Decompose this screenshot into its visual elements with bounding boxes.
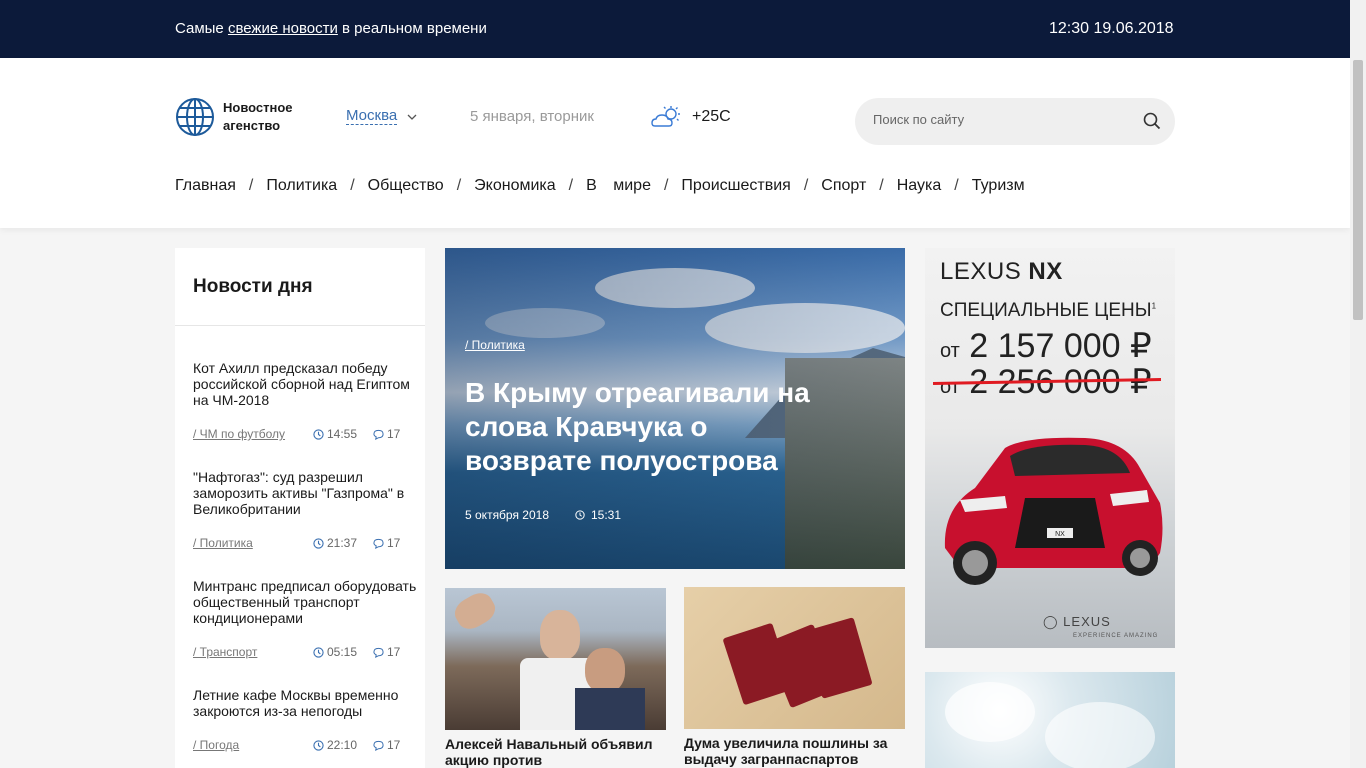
hero-date: 5 октября 2018 — [465, 508, 549, 522]
lexus-ad-banner[interactable]: LEXUS NX СПЕЦИАЛЬНЫЕ ЦЕНЫ1 от 2 157 000 … — [925, 248, 1175, 648]
image-jacket — [575, 688, 645, 730]
news-card-title[interactable]: Дума увеличила пошлины за выдачу загранп… — [684, 735, 905, 767]
news-card[interactable]: Дума увеличила пошлины за выдачу загранп… — [684, 587, 905, 767]
tagline: Самые свежие новости в реальном времени — [175, 20, 487, 37]
site-name: Новостное агенство — [223, 100, 293, 133]
globe-icon — [176, 98, 214, 136]
nav-item-economy[interactable]: Экономика — [474, 177, 556, 195]
page-scrollbar[interactable] — [1350, 0, 1366, 768]
partly-cloudy-icon — [651, 106, 680, 127]
news-title[interactable]: Кот Ахилл предсказал победу российской с… — [193, 360, 421, 408]
today-date: 5 января, вторник — [470, 108, 594, 125]
comment-icon — [373, 647, 384, 658]
clock-icon — [313, 646, 324, 658]
nav-item-science[interactable]: Наука — [897, 177, 942, 195]
clock-icon — [313, 537, 324, 549]
ad-new-price: от 2 157 000 ₽ — [940, 327, 1152, 365]
list-item[interactable]: Минтранс предписал оборудовать обществен… — [193, 578, 421, 659]
news-comments-count: 17 — [387, 738, 401, 752]
city-selector[interactable]: Москва — [346, 108, 417, 125]
news-title[interactable]: "Нафтогаз": суд разрешил заморозить акти… — [193, 469, 421, 517]
nav-item-world[interactable]: В мире — [586, 177, 651, 195]
comment-icon — [373, 740, 384, 751]
hero-category-link[interactable]: / Политика — [465, 338, 525, 352]
news-time: 05:15 — [327, 645, 358, 659]
nav-item-home[interactable]: Главная — [175, 177, 236, 195]
chevron-down-icon — [407, 114, 417, 120]
search-input[interactable] — [873, 112, 1123, 127]
news-card[interactable]: Алексей Навальный объявил акцию против — [445, 588, 666, 768]
nav-separator: / — [954, 177, 959, 194]
nav-item-society[interactable]: Общество — [368, 177, 444, 195]
list-item[interactable]: "Нафтогаз": суд разрешил заморозить акти… — [193, 469, 421, 550]
ad-brand: LEXUS NX — [940, 258, 1063, 285]
ad-headline: СПЕЦИАЛЬНЫЕ ЦЕНЫ1 — [940, 300, 1157, 321]
comment-icon — [373, 429, 384, 440]
news-time: 14:55 — [327, 427, 358, 441]
nav-separator: / — [568, 177, 574, 194]
news-category-link[interactable]: / Транспорт — [193, 645, 257, 659]
news-card-image[interactable] — [684, 587, 905, 729]
news-of-the-day-panel: Новости дня Кот Ахилл предсказал победу … — [175, 248, 425, 768]
nav-item-incidents[interactable]: Происшествия — [681, 177, 790, 195]
scrollbar-thumb[interactable] — [1353, 60, 1363, 320]
list-item[interactable]: Летние кафе Москвы временно закроются из… — [193, 687, 421, 752]
nav-separator: / — [803, 177, 809, 194]
news-comments-count: 17 — [387, 427, 401, 441]
search-icon[interactable] — [1143, 112, 1161, 130]
news-time: 22:10 — [327, 738, 358, 752]
news-category-link[interactable]: / Политика — [193, 536, 253, 550]
clock-icon — [313, 739, 324, 751]
clock-icon — [575, 510, 585, 520]
image-fist — [450, 588, 500, 634]
news-comments-count: 17 — [387, 645, 401, 659]
site-logo[interactable]: Новостное агенство — [175, 97, 313, 137]
current-datetime: 12:30 19.06.2018 — [1049, 20, 1174, 37]
image-face — [585, 648, 625, 693]
ad-logo: ◯ LEXUS — [1043, 614, 1111, 629]
nav-separator: / — [663, 177, 669, 194]
nav-item-sport[interactable]: Спорт — [821, 177, 866, 195]
news-category-link[interactable]: / ЧМ по футболу — [193, 427, 285, 441]
featured-article[interactable]: / Политика В Крыму отреагивали на слова … — [445, 248, 905, 569]
news-comments-count: 17 — [387, 536, 401, 550]
list-item[interactable]: Кот Ахилл предсказал победу российской с… — [193, 360, 421, 441]
nav-item-tourism[interactable]: Туризм — [972, 177, 1025, 195]
car-image: NX — [944, 437, 1163, 585]
news-time: 21:37 — [327, 536, 358, 550]
ad-slogan: EXPERIENCE AMAZING — [1073, 633, 1159, 639]
clock-icon — [313, 428, 324, 440]
top-bar: Самые свежие новости в реальном времени … — [0, 0, 1350, 58]
hero-title[interactable]: В Крыму отреагивали на слова Кравчука о … — [465, 376, 825, 478]
news-card-title[interactable]: Алексей Навальный объявил акцию против — [445, 736, 666, 768]
nav-item-politics[interactable]: Политика — [266, 177, 337, 195]
nav-separator: / — [456, 177, 462, 194]
hero-time: 15:31 — [575, 508, 621, 522]
ad-image-shape — [1045, 702, 1155, 768]
news-category-link[interactable]: / Погода — [193, 738, 239, 752]
nav-separator: / — [879, 177, 884, 194]
search-box — [855, 98, 1175, 145]
news-title[interactable]: Минтранс предписал оборудовать обществен… — [193, 578, 421, 626]
comment-icon — [373, 538, 384, 549]
image-face — [540, 610, 580, 660]
fresh-news-link[interactable]: свежие новости — [228, 20, 338, 37]
sidebar-title: Новости дня — [193, 276, 313, 297]
site-header: Новостное агенство Москва 5 января, втор… — [0, 58, 1350, 228]
news-card-image[interactable] — [445, 588, 666, 730]
license-plate: NX — [1055, 531, 1065, 538]
ad-image-shape — [945, 682, 1035, 742]
weather-widget: +25C — [651, 105, 731, 129]
nav-separator: / — [248, 177, 254, 194]
news-title[interactable]: Летние кафе Москвы временно закроются из… — [193, 687, 421, 719]
main-nav: Главная / Политика / Общество / Экономик… — [175, 177, 1025, 195]
nav-separator: / — [350, 177, 355, 194]
temperature: +25C — [692, 108, 731, 125]
city-name: Москва — [346, 107, 398, 125]
ad-banner-secondary[interactable] — [925, 672, 1175, 768]
divider — [175, 325, 425, 326]
